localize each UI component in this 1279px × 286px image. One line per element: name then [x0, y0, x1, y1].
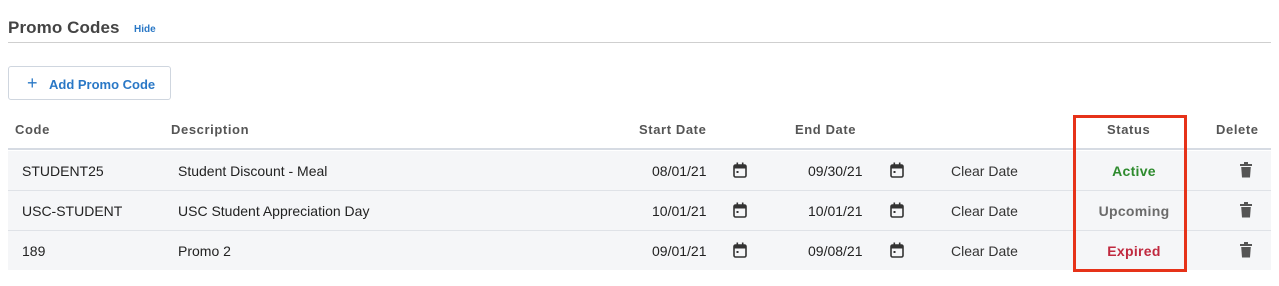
description-cell: Promo 2 — [178, 243, 231, 259]
calendar-icon[interactable] — [890, 202, 904, 218]
add-promo-code-button[interactable]: + Add Promo Code — [8, 66, 171, 100]
start-date-field[interactable]: 08/01/21 — [652, 163, 707, 179]
column-header-description: Description — [171, 122, 250, 137]
section-title: Promo Codes — [8, 18, 120, 37]
description-cell: Student Discount - Meal — [178, 163, 328, 179]
calendar-icon[interactable] — [733, 202, 747, 218]
start-date-field[interactable]: 10/01/21 — [652, 203, 707, 219]
code-cell: 189 — [22, 243, 46, 259]
code-cell: USC-STUDENT — [22, 203, 123, 219]
end-date-field[interactable]: 09/08/21 — [808, 243, 863, 259]
calendar-icon[interactable] — [890, 162, 904, 178]
calendar-icon[interactable] — [733, 162, 747, 178]
calendar-icon[interactable] — [733, 242, 747, 258]
clear-date-link[interactable]: Clear Date — [951, 203, 1018, 219]
trash-icon[interactable] — [1240, 202, 1252, 218]
clear-date-link[interactable]: Clear Date — [951, 243, 1018, 259]
add-promo-code-label: Add Promo Code — [49, 77, 156, 92]
end-date-field[interactable]: 09/30/21 — [808, 163, 863, 179]
end-date-field[interactable]: 10/01/21 — [808, 203, 863, 219]
column-header-end-date: End Date — [795, 122, 857, 137]
plus-icon: + — [27, 73, 38, 93]
hide-link[interactable]: Hide — [134, 24, 156, 35]
start-date-field[interactable]: 09/01/21 — [652, 243, 707, 259]
column-header-code: Code — [15, 122, 50, 137]
column-header-delete: Delete — [1216, 122, 1259, 137]
column-header-start-date: Start Date — [639, 122, 707, 137]
description-cell: USC Student Appreciation Day — [178, 203, 370, 219]
trash-icon[interactable] — [1240, 242, 1252, 258]
trash-icon[interactable] — [1240, 162, 1252, 178]
clear-date-link[interactable]: Clear Date — [951, 163, 1018, 179]
calendar-icon[interactable] — [890, 242, 904, 258]
section-header: Promo Codes Hide — [8, 14, 1271, 43]
status-column-highlight-box — [1073, 115, 1187, 272]
code-cell: STUDENT25 — [22, 163, 104, 179]
